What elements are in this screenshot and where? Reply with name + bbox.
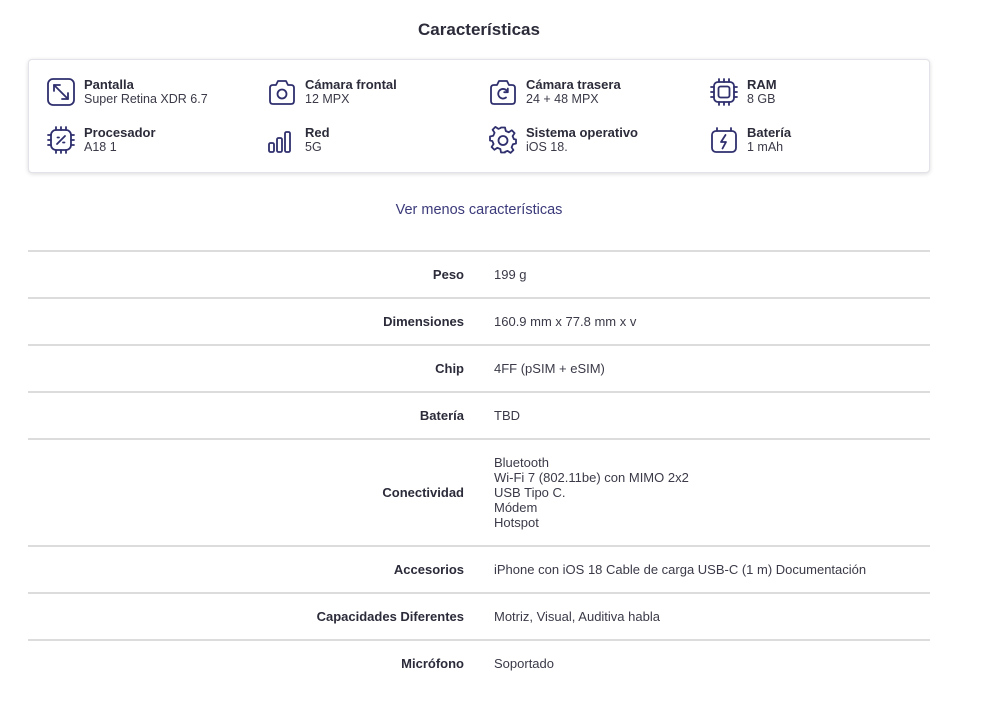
section-title: Características (418, 20, 540, 39)
spec-value: TBD (494, 408, 520, 423)
feature-value: 12 MPX (305, 92, 350, 106)
spec-label: Dimensiones (383, 314, 464, 329)
feature-label: Cámara trasera (526, 77, 621, 92)
feature-value: 1 mAh (747, 140, 784, 154)
spec-row-accesorios: Accesorios iPhone con iOS 18 Cable de ca… (28, 545, 930, 592)
feature-value: 24 + 48 MPX (526, 92, 599, 106)
spec-row-conectividad: Conectividad Bluetooth Wi-Fi 7 (802.11be… (28, 438, 930, 545)
feature-label: Procesador (84, 125, 156, 140)
feature-value: A18 1 (84, 140, 117, 154)
camera-icon (267, 77, 297, 107)
spec-value-line: Módem (494, 500, 538, 515)
spec-row-microfono: Micrófono Soportado (28, 639, 930, 686)
spec-label: Chip (435, 361, 464, 376)
feature-value: 8 GB (747, 92, 776, 106)
spec-value: Motriz, Visual, Auditiva habla (494, 609, 660, 624)
feature-camara-frontal: Cámara frontal 12 MPX (267, 77, 397, 107)
spec-label: Batería (419, 408, 464, 423)
feature-ram: RAM 8 GB (709, 77, 777, 107)
gear-icon (488, 125, 518, 155)
memory-chip-icon (709, 77, 739, 107)
spec-value: Soportado (494, 656, 554, 671)
feature-label: Batería (747, 125, 792, 140)
battery-charging-icon (709, 125, 739, 155)
signal-bars-icon (267, 125, 297, 155)
feature-pantalla: Pantalla Super Retina XDR 6.7 (46, 77, 208, 107)
spec-value: iPhone con iOS 18 Cable de carga USB-C (… (494, 562, 867, 577)
features-card: Pantalla Super Retina XDR 6.7 Cámara fro… (28, 59, 930, 173)
specs-table: Peso 199 g Dimensiones 160.9 mm x 77.8 m… (28, 250, 930, 686)
feature-label: RAM (747, 77, 777, 92)
spec-label: Peso (432, 267, 464, 282)
spec-value: 199 g (494, 267, 527, 282)
feature-bateria: Batería 1 mAh (709, 125, 791, 155)
feature-value: 5G (305, 140, 322, 154)
spec-row-bateria: Batería TBD (28, 391, 930, 438)
processor-icon (46, 125, 76, 155)
spec-row-capacidades-diferentes: Capacidades Diferentes Motriz, Visual, A… (28, 592, 930, 639)
spec-value: 160.9 mm x 77.8 mm x v (494, 314, 637, 329)
feature-camara-trasera: Cámara trasera 24 + 48 MPX (488, 77, 621, 107)
spec-row-peso: Peso 199 g (28, 250, 930, 297)
spec-value-line: USB Tipo C. (494, 485, 566, 500)
spec-label: Conectividad (382, 485, 464, 500)
feature-procesador: Procesador A18 1 (46, 125, 156, 155)
expand-icon (46, 77, 76, 107)
spec-value-line: Wi-Fi 7 (802.11be) con MIMO 2x2 (494, 470, 689, 485)
feature-label: Cámara frontal (305, 77, 397, 92)
spec-row-chip: Chip 4FF (pSIM + eSIM) (28, 344, 930, 391)
feature-sistema-operativo: Sistema operativo iOS 18. (488, 125, 638, 155)
spec-value: 4FF (pSIM + eSIM) (494, 361, 605, 376)
camera-rotate-icon (488, 77, 518, 107)
spec-value-line: Hotspot (494, 515, 539, 530)
feature-red: Red 5G (267, 125, 330, 155)
spec-label: Capacidades Diferentes (316, 609, 464, 624)
spec-value-line: Bluetooth (494, 455, 549, 470)
spec-value-list: Bluetooth Wi-Fi 7 (802.11be) con MIMO 2x… (494, 455, 689, 530)
feature-label: Pantalla (84, 77, 134, 92)
feature-label: Sistema operativo (526, 125, 638, 140)
spec-label: Micrófono (401, 656, 464, 671)
spec-row-dimensiones: Dimensiones 160.9 mm x 77.8 mm x v (28, 297, 930, 344)
spec-label: Accesorios (393, 562, 464, 577)
feature-label: Red (305, 125, 330, 140)
feature-value: Super Retina XDR 6.7 (84, 92, 208, 106)
toggle-features-link[interactable]: Ver menos características (0, 202, 958, 218)
feature-value: iOS 18. (526, 140, 568, 154)
